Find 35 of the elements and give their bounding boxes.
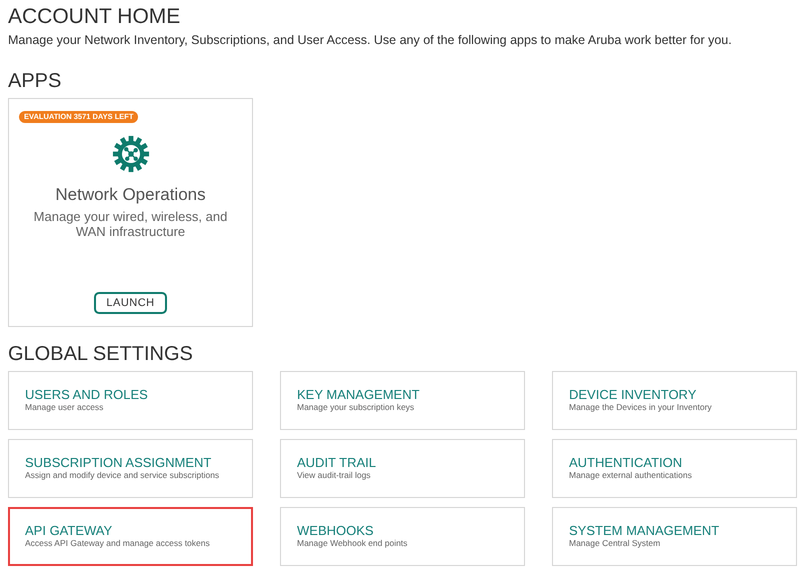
page-title: ACCOUNT HOME	[8, 5, 182, 29]
settings-tile[interactable]: DEVICE INVENTORY Manage the Devices in your Inventory	[552, 371, 797, 430]
tile-description: Manage Central System	[569, 538, 662, 549]
tile-title: AUTHENTICATION	[569, 455, 684, 470]
tile-description: Manage external authentications	[569, 470, 693, 481]
settings-tile[interactable]: USERS AND ROLES Manage user access	[8, 371, 253, 430]
app-title: Network Operations	[55, 185, 206, 205]
tile-description: Manage Webhook end points	[297, 538, 408, 549]
tile-title: SUBSCRIPTION ASSIGNMENT	[25, 455, 212, 470]
tile-description: Assign and modify device and service subscriptions	[25, 470, 220, 481]
app-description: Manage your wired, wireless, and WAN infrastructure	[32, 209, 228, 239]
section-heading: APPS	[8, 70, 62, 92]
tile-description: View audit-trail logs	[297, 470, 372, 481]
tile-title: KEY MANAGEMENT	[297, 387, 421, 402]
tile-title: DEVICE INVENTORY	[569, 387, 698, 402]
tile-description: Access API Gateway and manage access tokens	[25, 538, 211, 549]
tile-description: Manage your subscription keys	[297, 402, 416, 413]
tile-title: API GATEWAY	[25, 523, 114, 538]
settings-tile[interactable]: AUTHENTICATION Manage external authentications	[552, 439, 797, 498]
launch-button[interactable]: LAUNCH	[94, 292, 167, 314]
settings-tile[interactable]: SUBSCRIPTION ASSIGNMENT Assign and modify device and service subscriptions	[8, 439, 253, 498]
settings-tile[interactable]: API GATEWAY Access API Gateway and manage access tokens	[8, 507, 253, 566]
tile-title: AUDIT TRAIL	[297, 455, 377, 470]
section-heading: GLOBAL SETTINGS	[8, 343, 194, 365]
settings-tile[interactable]: KEY MANAGEMENT Manage your subscription keys	[280, 371, 525, 430]
tile-description: Manage the Devices in your Inventory	[569, 402, 713, 413]
settings-tile[interactable]: SYSTEM MANAGEMENT Manage Central System	[552, 507, 797, 566]
page-subtitle: Manage your Network Inventory, Subscriptions, and User Access. Use any of the following apps to make Aruba work better for you.	[8, 32, 733, 48]
settings-tile[interactable]: WEBHOOKS Manage Webhook end points	[280, 507, 525, 566]
gear-network-icon	[112, 135, 150, 173]
settings-tile[interactable]: AUDIT TRAIL View audit-trail logs	[280, 439, 525, 498]
tile-description: Manage user access	[25, 402, 104, 413]
tile-title: SYSTEM MANAGEMENT	[569, 523, 720, 538]
tile-title: USERS AND ROLES	[25, 387, 149, 402]
tile-title: WEBHOOKS	[297, 523, 375, 538]
